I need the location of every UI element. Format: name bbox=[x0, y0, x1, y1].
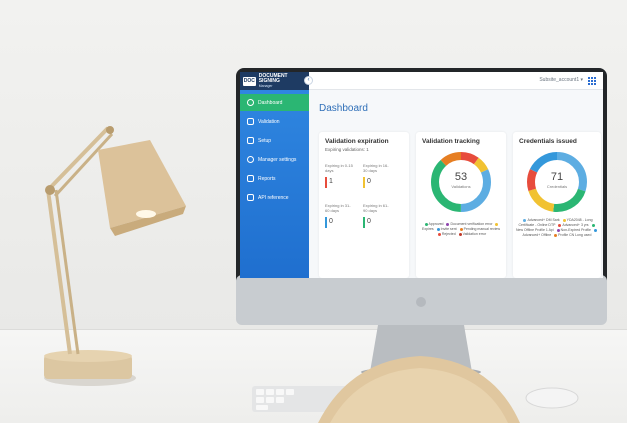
card-title: Credentials issued bbox=[519, 138, 577, 145]
expiry-label: Expiring in 61-90 days bbox=[363, 203, 389, 213]
legend-item: Advanced+ 3 yrs bbox=[556, 223, 589, 227]
logo-title: DOCUMENT SIGNING bbox=[258, 72, 288, 84]
legend-label: Approved bbox=[428, 222, 444, 226]
sidebar-item-label: API reference bbox=[258, 194, 289, 201]
legend-label: Advanced+ Offline bbox=[522, 233, 552, 237]
legend-dot-icon bbox=[459, 227, 463, 231]
legend-item: Pending manual review bbox=[458, 227, 500, 231]
legend-item: Non-Expired Profile bbox=[555, 228, 591, 232]
card-validation-tracking: Validation tracking 53 Validations Appro… bbox=[416, 132, 506, 278]
card-credentials-issued: Credentials issued 71 Credentials Advanc… bbox=[513, 132, 601, 278]
donut-count: 53 bbox=[454, 171, 468, 183]
sidebar-item-label: Dashboard bbox=[258, 99, 283, 106]
legend-dot-icon bbox=[556, 228, 560, 232]
collapse-sidebar-icon[interactable]: ‹ bbox=[304, 76, 313, 85]
app-logo[interactable]: DOC DOCUMENT SIGNING Manager bbox=[240, 72, 309, 90]
legend-dot-icon bbox=[495, 222, 499, 226]
expiry-label: Expiring in 16-30 days bbox=[363, 163, 389, 173]
legend-dot-icon bbox=[458, 232, 462, 236]
legend-label: Non-Expired Profile bbox=[560, 228, 592, 232]
legend-dot-icon bbox=[436, 227, 440, 231]
sidebar-item-label: Setup bbox=[258, 137, 272, 144]
expiry-value: 0 bbox=[367, 218, 371, 225]
external-link-icon bbox=[247, 194, 254, 201]
card-title: Validation expiration bbox=[325, 138, 389, 145]
donut-count-label: Credentials bbox=[546, 184, 568, 189]
page-title: Dashboard bbox=[319, 103, 368, 114]
sidebar-item-api-reference[interactable]: API reference bbox=[240, 189, 309, 206]
card-title: Validation tracking bbox=[422, 138, 480, 145]
expiry-label: Expiring in 0-15 days bbox=[325, 163, 353, 173]
app-screen: DOC DOCUMENT SIGNING Manager ‹ Subsite_a… bbox=[240, 72, 603, 278]
expiry-bar bbox=[325, 217, 327, 228]
legend-label: Invite sent bbox=[440, 227, 457, 231]
expiry-bar bbox=[363, 217, 365, 228]
legend-label: Document verification error bbox=[450, 222, 493, 226]
validation-legend: Approved Document verification error Exp… bbox=[419, 222, 503, 237]
dashboard-icon bbox=[247, 99, 254, 106]
legend-label: Rejected bbox=[441, 232, 456, 236]
sidebar-item-validation[interactable]: Validation bbox=[240, 113, 309, 130]
legend-item: Validation error bbox=[457, 232, 486, 236]
setup-icon bbox=[247, 137, 254, 144]
legend-item: Approved bbox=[423, 222, 444, 226]
legend-dot-icon bbox=[591, 223, 595, 227]
legend-label: Expires bbox=[422, 227, 434, 231]
card-validation-expiration: Validation expiration Expiring validatio… bbox=[319, 132, 409, 278]
sidebar-item-reports[interactable]: Reports bbox=[240, 170, 309, 187]
legend-item: Document verification error bbox=[444, 222, 493, 226]
sidebar-item-label: Validation bbox=[258, 118, 280, 125]
expiry-value: 0 bbox=[367, 178, 371, 185]
legend-item: Profile CN Long used bbox=[552, 233, 591, 237]
apps-grid-icon[interactable] bbox=[588, 77, 596, 85]
sidebar-item-setup[interactable]: Setup bbox=[240, 132, 309, 149]
sidebar-item-manager-settings[interactable]: Manager settings bbox=[240, 151, 309, 168]
legend-dot-icon bbox=[562, 218, 566, 222]
monitor-logo bbox=[416, 297, 426, 307]
legend-dot-icon bbox=[523, 218, 527, 222]
sidebar-item-dashboard[interactable]: Dashboard bbox=[240, 94, 309, 111]
expiry-bar bbox=[363, 177, 365, 188]
card-subtitle: Expiring validations: 1 bbox=[325, 147, 369, 152]
logo-mark: DOC bbox=[243, 76, 256, 86]
legend-item: Rejected bbox=[436, 232, 456, 236]
legend-dot-icon bbox=[558, 223, 562, 227]
top-bar: DOC DOCUMENT SIGNING Manager ‹ Subsite_a… bbox=[240, 72, 603, 90]
gear-icon bbox=[247, 156, 254, 163]
donut-count-label: Validations bbox=[451, 184, 471, 189]
expiry-label: Expiring in 31-60 days bbox=[325, 203, 351, 213]
mouse bbox=[525, 387, 579, 409]
list-icon bbox=[247, 118, 254, 125]
legend-label: New Offline Profile 1 Api bbox=[515, 228, 554, 232]
expiry-value: 1 bbox=[329, 178, 333, 185]
legend-dot-icon bbox=[594, 228, 597, 232]
legend-label: Advanced+ DM Sark bbox=[527, 218, 560, 222]
legend-label: Pending manual review bbox=[463, 227, 500, 231]
sidebar-item-label: Manager settings bbox=[258, 156, 297, 163]
account-dropdown[interactable]: Subsite_account1 ▾ bbox=[539, 77, 583, 83]
donut-count: 71 bbox=[550, 171, 564, 183]
legend-item: Invite sent bbox=[435, 227, 457, 231]
legend-label: Advanced+ 3 yrs bbox=[562, 223, 589, 227]
legend-dot-icon bbox=[437, 232, 441, 236]
credentials-legend: Advanced+ DM Sark YDA2048 - Long Certifi… bbox=[515, 218, 599, 238]
logo-subtitle: Manager bbox=[258, 83, 273, 88]
legend-dot-icon bbox=[554, 233, 558, 237]
expiry-bar bbox=[325, 177, 327, 188]
legend-dot-icon bbox=[424, 222, 428, 226]
legend-label: Validation error bbox=[462, 232, 487, 236]
legend-label: Profile CN Long used bbox=[558, 233, 592, 237]
sidebar: Dashboard Validation Setup Manager setti… bbox=[240, 90, 309, 278]
legend-item: Advanced+ DM Sark bbox=[521, 218, 560, 222]
document-icon bbox=[247, 175, 254, 182]
sidebar-item-label: Reports bbox=[258, 175, 276, 182]
expiry-value: 0 bbox=[329, 218, 333, 225]
